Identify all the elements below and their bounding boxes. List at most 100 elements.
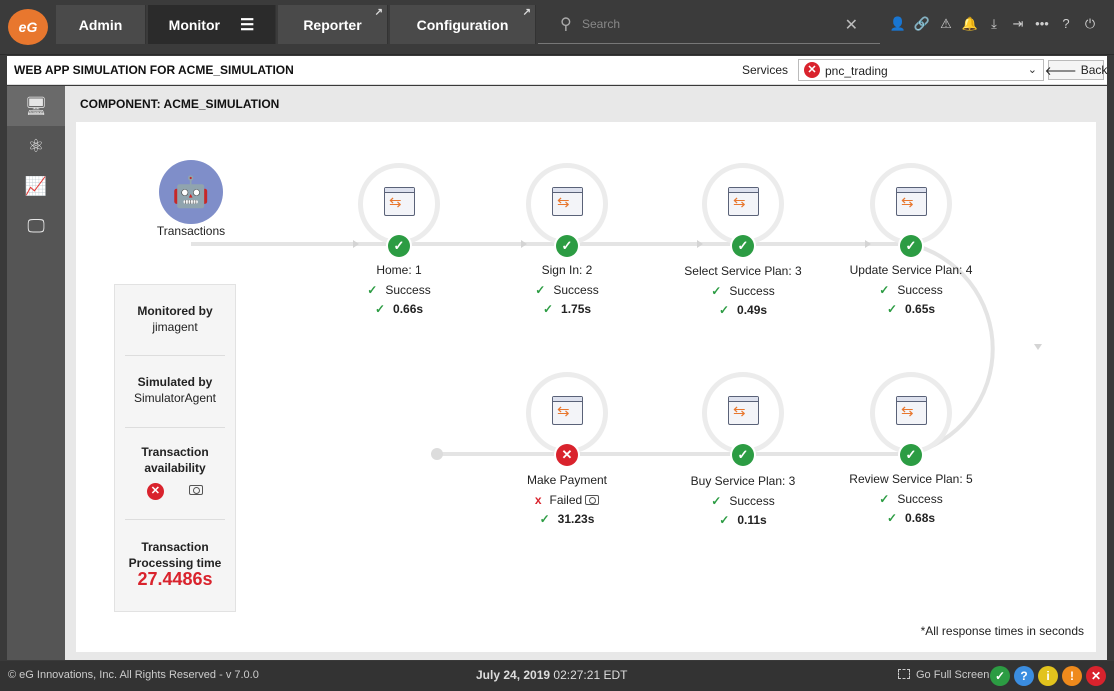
user-icon[interactable]: 👤 [886,16,910,32]
success-icon: ✓ [898,442,924,468]
webpage-icon: ⇆ [384,187,415,216]
chevron-down-icon: ⌄ [1027,64,1037,76]
search-input[interactable] [582,17,842,31]
eg-logo[interactable]: eG [8,9,48,45]
simulated-by-value: SimulatorAgent [133,391,217,405]
critical-status-icon[interactable]: ✕ [1086,666,1106,686]
success-icon: ✓ [554,233,580,259]
search-box: ⚲ ✕ [538,5,880,44]
go-full-screen-button[interactable]: Go Full Screen [898,669,989,681]
footer-date: July 24, 2019 [476,668,551,682]
more-icon[interactable]: ••• [1030,16,1054,32]
service-error-icon: ✕ [804,62,820,78]
back-button[interactable]: 🡐 Back [1044,60,1107,80]
processing-time-value: 27.4486s [137,569,213,589]
normal-status-icon[interactable]: ✓ [990,666,1010,686]
tab-admin-label: Admin [78,16,123,33]
check-icon: ✓ [886,302,898,316]
check-icon: ✓ [718,303,730,317]
webpage-icon: ⇆ [896,187,927,216]
unknown-status-icon[interactable]: ? [1014,666,1034,686]
tab-configuration-label: Configuration [416,16,509,33]
search-icon: ⚲ [560,16,572,33]
status-indicators: ✓ ? i ! ✕ [990,666,1106,686]
step-name: Make Payment [526,473,608,487]
tab-monitor-label: Monitor [168,16,220,33]
dashboard-icon[interactable]: 🖵 [7,206,65,246]
left-rail: 🖥 ⚛ 📈 🖵 [7,86,65,660]
x-icon: x [534,493,542,507]
step-name: Select Service Plan: 3 [684,264,802,278]
camera-icon[interactable] [585,495,600,505]
webpage-icon: ⇆ [728,396,759,425]
success-icon: ✓ [730,442,756,468]
tab-reporter[interactable]: Reporter ↗ [278,5,388,44]
simulated-by-label: Simulated by [137,375,213,389]
success-icon: ✓ [898,233,924,259]
transaction-availability: Transaction availability ✕ [125,444,225,500]
transactions-label: Transactions [156,224,226,238]
availability-error-icon: ✕ [146,483,164,500]
step-status: x Failed [477,493,657,507]
page-header: WEB APP SIMULATION FOR ACME_SIMULATION S… [7,56,1107,85]
topology-icon[interactable]: ⚛ [7,126,65,166]
robot-icon: 🤖 [159,160,223,224]
hamburger-menu-icon[interactable]: ☰ [240,15,254,35]
chart-icon[interactable]: 📈 [7,166,65,206]
bell-icon[interactable]: 🔔 [958,16,982,32]
signin-icon[interactable]: ⇥ [1006,16,1030,32]
tab-configuration[interactable]: Configuration ↗ [390,5,536,44]
top-nav-bar: eG Admin Monitor ☰ Reporter ↗ Configuratio… [0,0,1114,55]
step-time: ✓ 31.23s [539,512,595,526]
check-icon: ✓ [719,513,730,527]
flow-canvas: 🤖 Transactions ⇆ ✓ Home: 1 ✓ Success ✓ 0.6… [76,122,1096,652]
user-monitor-icon[interactable]: 🖥 [7,86,65,126]
fullscreen-icon [898,669,910,679]
component-title: COMPONENT: ACME_SIMULATION [80,97,280,111]
step-status: ✓ Success [879,283,943,297]
step-name: Buy Service Plan: 3 [690,474,796,488]
summary-card: Monitored by jimagent Simulated by Simul… [114,284,236,612]
step-time: ✓ 0.65s [886,302,936,316]
webpage-icon: ⇆ [552,187,583,216]
tab-admin[interactable]: Admin [56,5,146,44]
availability-label-1: Transaction [141,445,209,459]
camera-icon[interactable] [189,485,204,495]
step-name: Sign In: 2 [541,263,593,277]
help-icon[interactable]: ? [1054,16,1078,32]
power-icon[interactable]: ⏻ [1078,16,1102,32]
external-link-icon: ↗ [374,7,383,18]
back-arrow-icon: 🡐 [1044,63,1077,78]
page-title: WEB APP SIMULATION FOR ACME_SIMULATION [14,63,294,77]
step-name: Review Service Plan: 5 [849,472,973,486]
monitored-by-value: jimagent [152,320,198,334]
webpage-icon: ⇆ [552,396,583,425]
info-status-icon[interactable]: i [1038,666,1058,686]
check-icon: ✓ [539,512,550,526]
step-name: Update Service Plan: 4 [849,263,973,277]
step-status: ✓ Success [879,492,943,506]
copyright-text: © eG Innovations, Inc. All Rights Reserv… [8,669,259,681]
check-icon: ✓ [886,511,898,525]
check-icon: ✓ [711,284,722,298]
check-icon: ✓ [374,302,386,316]
back-button-label: Back [1080,63,1108,77]
warning-status-icon[interactable]: ! [1062,666,1082,686]
success-icon: ✓ [730,233,756,259]
tab-monitor[interactable]: Monitor ☰ [148,5,276,44]
monitored-by-label: Monitored by [137,304,213,318]
check-icon: ✓ [542,302,554,316]
main-content: COMPONENT: ACME_SIMULATION 🤖 Transaction… [65,86,1107,660]
services-label: Services [742,63,789,77]
check-icon: ✓ [879,283,890,297]
download-icon[interactable]: ⤓ [982,16,1006,32]
link-icon[interactable]: 🔗 [910,16,934,32]
footer: © eG Innovations, Inc. All Rights Reserv… [0,661,1114,691]
services-select[interactable]: ✕ pnc_trading ⌄ [798,59,1044,81]
webpage-icon: ⇆ [728,187,759,216]
clear-search-icon[interactable]: ✕ [845,15,858,35]
external-link-icon: ↗ [522,7,531,18]
alert-triangle-icon[interactable]: ⚠ [934,16,958,32]
step-time: ✓ 0.66s [374,302,424,316]
webpage-icon: ⇆ [896,396,927,425]
